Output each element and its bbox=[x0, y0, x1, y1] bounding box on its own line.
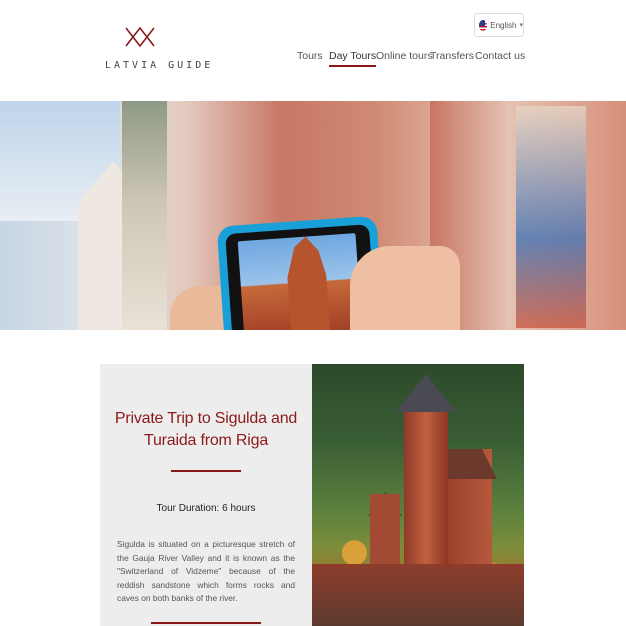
tour-photo[interactable] bbox=[312, 364, 524, 626]
photo-castle-wall bbox=[312, 564, 524, 626]
language-label: English bbox=[490, 20, 517, 30]
hero-image bbox=[0, 101, 626, 330]
nav-item-tours[interactable]: Tours bbox=[297, 50, 323, 62]
card-bottom-divider bbox=[151, 622, 261, 624]
chevron-down-icon: ▾ bbox=[519, 22, 523, 29]
title-divider bbox=[171, 470, 241, 472]
us-flag-icon bbox=[479, 19, 488, 31]
main-nav: Tours Day Tours Online tours Transfers C… bbox=[0, 50, 626, 70]
hero-tower bbox=[122, 101, 167, 330]
language-selector[interactable]: English ▾ bbox=[474, 13, 524, 37]
phone-screen bbox=[237, 233, 365, 330]
hero-hand-right bbox=[350, 246, 460, 330]
photo-keep-roof bbox=[396, 374, 456, 412]
site-header: LATVIA GUIDE English ▾ Tours Day Tours O… bbox=[0, 0, 626, 101]
nav-item-day-tours[interactable]: Day Tours bbox=[329, 50, 377, 67]
tour-duration: Tour Duration: 6 hours bbox=[156, 503, 256, 514]
nav-item-transfers[interactable]: Transfers bbox=[430, 50, 474, 62]
nav-item-contact-us[interactable]: Contact us bbox=[475, 50, 525, 62]
nav-item-online-tours[interactable]: Online tours bbox=[376, 50, 433, 62]
tour-title[interactable]: Private Trip to Sigulda and Turaida from… bbox=[100, 408, 312, 452]
tour-description: Sigulda is situated on a picturesque str… bbox=[117, 539, 295, 603]
hero-banner bbox=[516, 106, 586, 328]
